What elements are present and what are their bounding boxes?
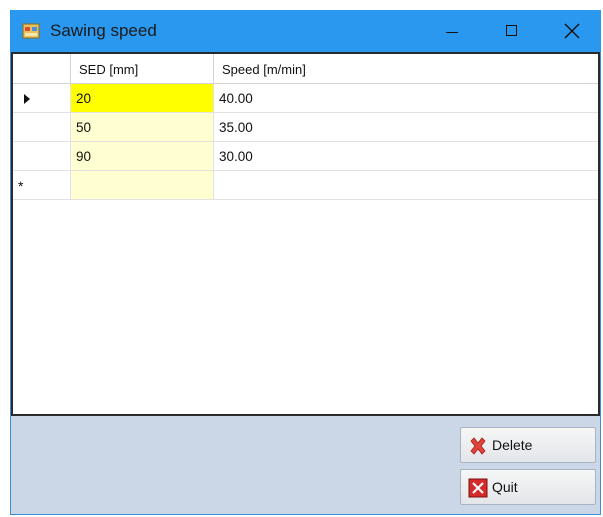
speed-cell[interactable]: 30.00: [214, 142, 598, 171]
maximize-icon: [506, 25, 517, 36]
quit-label: Quit: [492, 479, 518, 495]
table-row[interactable]: 20 40.00: [13, 84, 598, 113]
window-title: Sawing speed: [50, 21, 157, 40]
row-header[interactable]: [13, 142, 71, 171]
row-header[interactable]: *: [13, 171, 71, 200]
row-header-corner: [13, 54, 71, 84]
current-row-arrow-icon: [24, 94, 30, 104]
quit-icon: [468, 478, 488, 498]
new-row-marker: *: [18, 178, 24, 194]
speed-cell[interactable]: [214, 171, 598, 200]
row-header[interactable]: [13, 113, 71, 142]
delete-label: Delete: [492, 437, 533, 453]
quit-button[interactable]: Quit: [460, 469, 596, 505]
minimize-button[interactable]: [424, 10, 480, 52]
minimize-icon: [446, 32, 458, 33]
table-row[interactable]: 50 35.00: [13, 113, 598, 142]
sed-cell[interactable]: 90: [71, 142, 214, 171]
sawing-speed-window: Sawing speed SED [mm] Speed [m/min] 20 4…: [10, 10, 601, 515]
column-header-speed[interactable]: Speed [m/min]: [214, 54, 598, 84]
maximize-button[interactable]: [484, 10, 540, 52]
close-button[interactable]: [544, 10, 600, 52]
table-row[interactable]: 90 30.00: [13, 142, 598, 171]
column-header-sed[interactable]: SED [mm]: [71, 54, 214, 84]
speed-cell[interactable]: 35.00: [214, 113, 598, 142]
delete-button[interactable]: Delete: [460, 427, 596, 463]
sed-cell[interactable]: [71, 171, 214, 200]
sed-cell[interactable]: 20: [71, 84, 214, 113]
app-icon: [22, 23, 40, 39]
row-header[interactable]: [13, 84, 71, 113]
speed-cell[interactable]: 40.00: [214, 84, 598, 113]
speed-data-grid[interactable]: SED [mm] Speed [m/min] 20 40.00 50 35.00…: [11, 52, 600, 416]
delete-x-icon: [470, 437, 486, 455]
new-row[interactable]: *: [13, 171, 598, 200]
sed-cell[interactable]: 50: [71, 113, 214, 142]
close-icon: [564, 23, 580, 39]
title-bar[interactable]: Sawing speed: [10, 10, 601, 52]
